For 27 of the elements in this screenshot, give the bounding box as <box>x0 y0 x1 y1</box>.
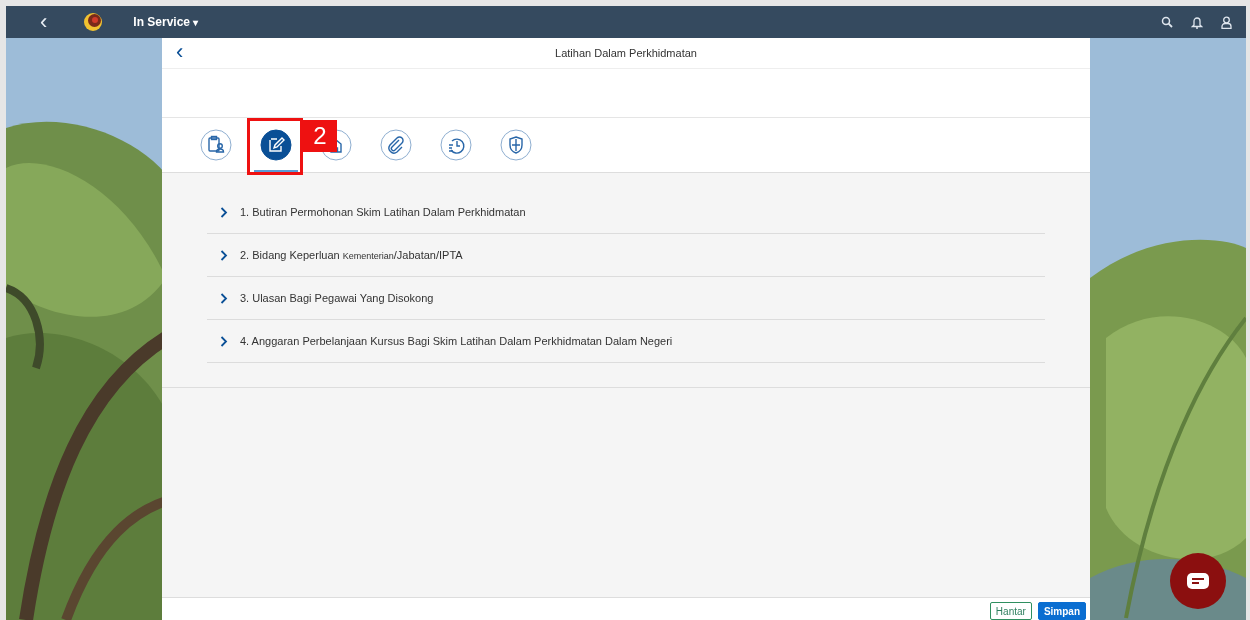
back-button[interactable]: ‹ <box>172 41 188 63</box>
chevron-icon[interactable] <box>220 206 228 218</box>
section-title[interactable]: 1. Butiran Permohonan Skim Latihan Dalam Perkhidmatan <box>240 206 526 218</box>
highlight-frame <box>247 118 303 175</box>
selection-underline <box>254 170 298 172</box>
shield-tab[interactable] <box>500 129 532 161</box>
history-tab[interactable] <box>440 129 472 161</box>
clipboard-tab[interactable] <box>200 129 232 161</box>
logo-icon <box>83 12 104 32</box>
chevron-icon[interactable] <box>220 292 228 304</box>
section-title[interactable]: 2. Bidang Keperluan Kementerian/Jabatan/IPTA <box>240 249 463 261</box>
app-menu-button[interactable]: In Service ▾ <box>133 15 199 29</box>
section-title[interactable]: 4. Anggaran Perbelanjaan Kursus Bagi Skim Latihan Dalam Perkhidmatan Dalam Negeri <box>240 335 673 347</box>
user-icon[interactable] <box>1221 15 1232 29</box>
chevron-icon[interactable] <box>220 335 228 347</box>
edit-tab[interactable] <box>260 129 292 161</box>
step-number: 2 <box>303 120 337 152</box>
chevron-icon[interactable] <box>220 249 228 261</box>
section-title[interactable]: 3. Ulasan Bagi Pegawai Yang Disokong <box>240 292 434 304</box>
save-button[interactable]: Simpan <box>1037 602 1086 620</box>
submit-button[interactable]: Hantar <box>989 602 1032 620</box>
search-icon[interactable] <box>1161 16 1173 28</box>
back-button[interactable]: ‹ <box>36 11 52 33</box>
chat-icon <box>1187 573 1209 589</box>
bell-icon[interactable] <box>1191 15 1203 29</box>
attachment-tab[interactable] <box>380 129 412 161</box>
page-title: Latihan Dalam Perkhidmatan <box>555 47 697 59</box>
